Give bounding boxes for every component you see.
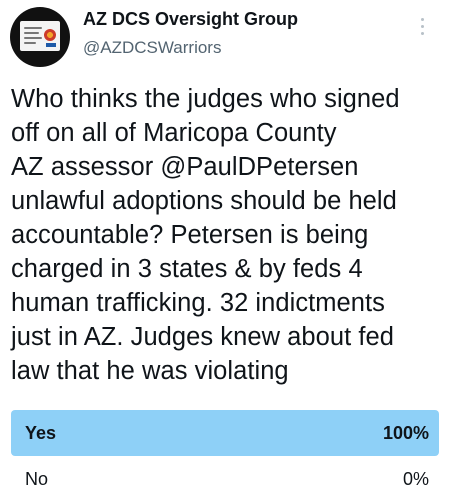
poll: Yes 100% No 0% [11,410,439,502]
logo-line [24,37,42,39]
tweet-text-line: unlawful adoptions should be held [11,187,397,215]
poll-option-percent: 0% [402,469,429,489]
poll-option-yes[interactable]: Yes 100% [11,410,439,456]
tweet-text-line: off on all of Maricopa County [11,119,337,147]
more-vertical-icon[interactable] [420,16,426,38]
logo-line [24,42,36,44]
author-name[interactable]: AZ DCS Oversight Group [83,9,298,30]
tweet-text-line: Who thinks the judges who signed [11,85,400,113]
tweet-text: Who thinks the judges who signed off on … [11,82,441,388]
menu-dot [421,18,424,21]
organization-logo-icon [20,21,60,51]
arizona-flag-icon [44,29,56,41]
tweet-text-line: law that he was violating [11,357,289,385]
poll-result-bar [11,410,439,456]
tweet-header: AZ DCS Oversight Group @AZDCSWarriors [10,7,440,67]
tweet-text-line: charged in 3 states & by feds 4 [11,255,363,283]
poll-option-no[interactable]: No 0% [11,456,439,502]
flag-base [46,43,56,47]
tweet-text-line: accountable? Petersen is being [11,221,369,249]
logo-line [24,32,39,34]
avatar[interactable] [10,7,70,67]
author-handle[interactable]: @AZDCSWarriors [83,38,221,58]
tweet-card: AZ DCS Oversight Group @AZDCSWarriors Wh… [0,0,450,500]
logo-line [24,27,42,29]
tweet-text-line: human trafficking. 32 indictments [11,289,385,317]
menu-dot [421,32,424,35]
poll-option-label: No [25,469,49,489]
tweet-text-line: just in AZ. Judges knew about fed [11,323,394,351]
poll-option-label: Yes [25,423,57,443]
menu-dot [421,25,424,28]
tweet-text-line: AZ assessor @PaulDPetersen [11,153,359,181]
poll-option-percent: 100% [382,423,429,443]
